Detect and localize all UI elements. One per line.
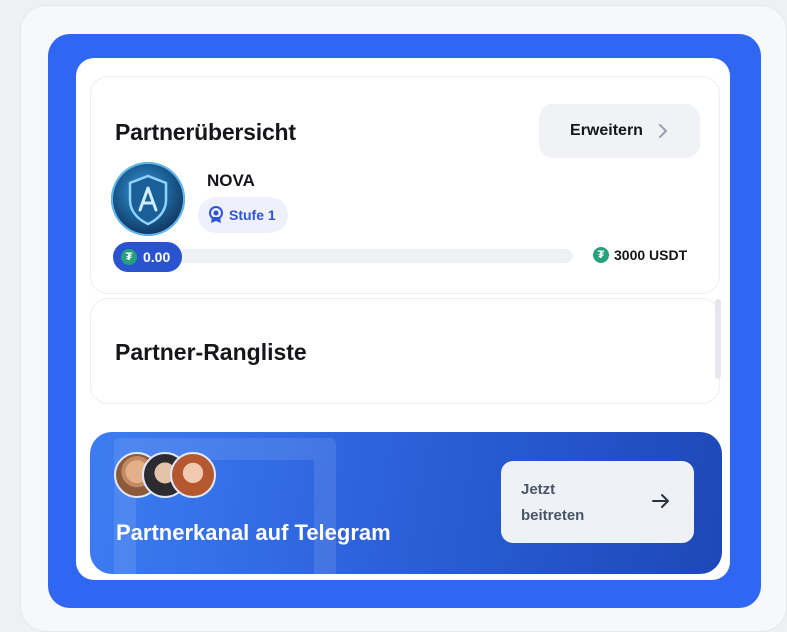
ranking-title: Partner-Rangliste bbox=[115, 339, 307, 365]
expand-label: Erweitern bbox=[570, 122, 643, 139]
tether-icon: ₮ bbox=[121, 249, 137, 265]
tether-icon: ₮ bbox=[593, 247, 609, 263]
avatar bbox=[170, 452, 216, 498]
level-label: Stufe 1 bbox=[229, 207, 276, 223]
progress-target-value: 3000 USDT bbox=[614, 247, 688, 263]
level-badge: Stufe 1 bbox=[198, 197, 288, 233]
scrollbar[interactable] bbox=[715, 299, 721, 379]
partner-avatar bbox=[111, 162, 185, 236]
partner-overview-card: Partnerübersicht Erweitern NOVA Stufe 1 bbox=[90, 76, 720, 294]
chevron-right-icon bbox=[658, 124, 667, 138]
arrow-right-icon bbox=[652, 494, 669, 508]
telegram-channel-banner[interactable]: Partnerkanal auf Telegram Jetzt beitrete… bbox=[90, 432, 722, 574]
partner-panel: Partnerübersicht Erweitern NOVA Stufe 1 bbox=[76, 58, 730, 580]
shield-icon bbox=[128, 174, 168, 226]
join-label: Jetzt beitreten bbox=[521, 481, 585, 524]
partner-ranking-card[interactable]: Partner-Rangliste bbox=[90, 298, 721, 404]
partner-name: NOVA bbox=[207, 171, 255, 190]
progress-target: ₮ 3000 USDT bbox=[593, 247, 687, 263]
overview-title: Partnerübersicht bbox=[115, 119, 296, 145]
expand-button[interactable]: Erweitern bbox=[539, 104, 700, 158]
join-button[interactable]: Jetzt beitreten bbox=[501, 461, 694, 543]
banner-title: Partnerkanal auf Telegram bbox=[116, 520, 391, 545]
award-ribbon-icon bbox=[209, 206, 223, 223]
progress-current-value: 0.00 bbox=[143, 249, 171, 265]
progress-current-pill: ₮ 0.00 bbox=[113, 242, 183, 272]
